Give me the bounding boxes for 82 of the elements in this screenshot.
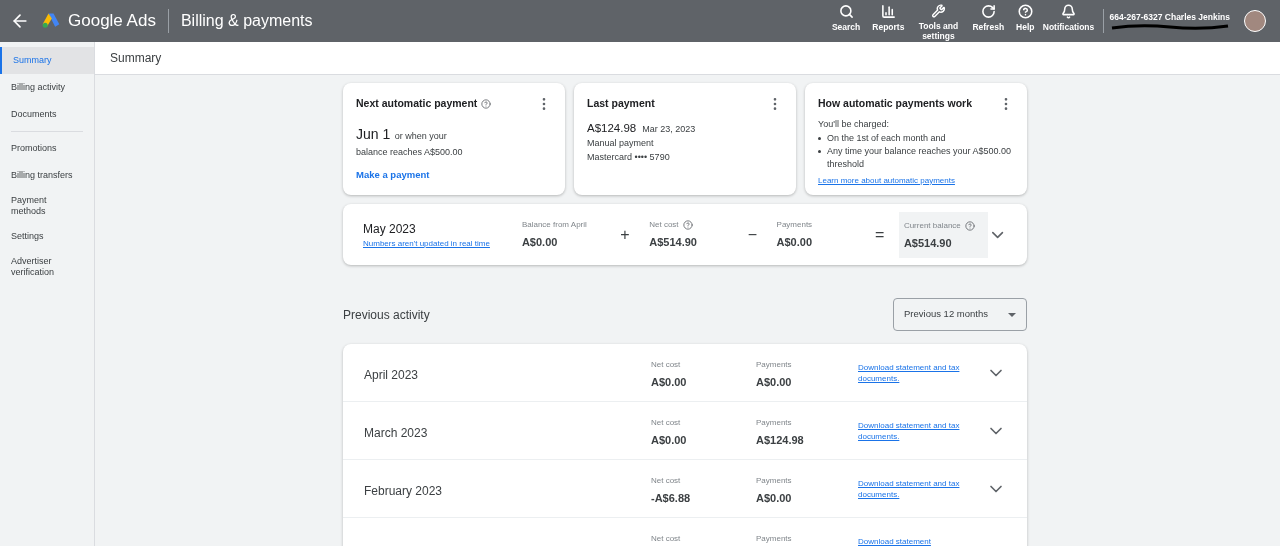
operator-sign: + bbox=[619, 224, 631, 245]
sidebar-item[interactable]: Payment methods bbox=[0, 189, 94, 223]
help-icon[interactable] bbox=[481, 98, 492, 109]
row-month: April 2023 bbox=[364, 367, 420, 384]
net-cost-value: -A$6.88 bbox=[651, 491, 692, 506]
payments-value: A$0.00 bbox=[756, 491, 793, 506]
payment-condition: balance reaches A$500.00 bbox=[356, 146, 464, 159]
sidebar-item[interactable]: Summary bbox=[0, 47, 94, 74]
net-cost-value: A$0.00 bbox=[651, 433, 688, 448]
term-value: A$0.00 bbox=[776, 234, 814, 250]
page-heading: Summary bbox=[110, 50, 162, 67]
net-cost-label: Net cost bbox=[651, 475, 682, 487]
next-payment-date: Jun 1 bbox=[356, 126, 391, 142]
term-label: Payments bbox=[776, 218, 813, 231]
term-value: A$514.90 bbox=[649, 234, 698, 250]
wrench-icon bbox=[930, 4, 946, 18]
card-title: How automatic payments work bbox=[818, 96, 973, 111]
payment-method: Mastercard •••• 5790 bbox=[587, 150, 671, 164]
help-icon bbox=[1017, 4, 1033, 19]
bullet-icon bbox=[818, 149, 821, 153]
search-icon bbox=[838, 4, 854, 19]
payment-type: Manual payment bbox=[587, 137, 655, 151]
operator-sign: = bbox=[873, 224, 886, 245]
sidebar-item[interactable]: Advertiser verification bbox=[0, 250, 94, 284]
dropdown-caret-icon bbox=[1008, 312, 1016, 317]
bullet-icon bbox=[818, 136, 821, 140]
toolbar-button[interactable]: Reports bbox=[866, 1, 911, 41]
last-payment-date: Mar 23, 2023 bbox=[642, 123, 696, 136]
download-statement-link[interactable]: Download statement and tax documents. bbox=[858, 478, 968, 500]
toolbar-button[interactable]: Help bbox=[1010, 1, 1041, 41]
term-value: A$0.00 bbox=[521, 234, 559, 250]
card-title: Last payment bbox=[587, 96, 655, 111]
download-statement-link[interactable]: Download statement and tax documents. bbox=[858, 362, 968, 384]
last-payment-amount: A$124.98 bbox=[587, 121, 637, 136]
toolbar-button[interactable]: Tools and settings bbox=[910, 1, 967, 41]
section-title: Previous activity bbox=[343, 306, 430, 324]
payments-label: Payments bbox=[756, 359, 793, 371]
row-month: March 2023 bbox=[364, 425, 429, 442]
toolbar-button[interactable]: Notifications bbox=[1040, 1, 1097, 41]
card-title: Next automatic payment bbox=[356, 96, 478, 111]
range-dropdown[interactable]: Previous 12 months bbox=[893, 298, 1027, 331]
sidebar-item[interactable]: Promotions bbox=[0, 135, 94, 162]
sidebar-item[interactable]: Documents bbox=[0, 101, 94, 128]
net-cost-label: Net cost bbox=[651, 359, 682, 371]
charge-rule: On the 1st of each month and bbox=[827, 131, 946, 145]
operator-sign: − bbox=[746, 224, 758, 245]
payments-label: Payments bbox=[756, 417, 793, 429]
page-title: Billing & payments bbox=[180, 11, 313, 31]
product-name: Google Ads bbox=[68, 10, 156, 33]
logo-icon bbox=[40, 11, 62, 31]
help-icon[interactable] bbox=[682, 219, 693, 230]
net-cost-value: A$0.00 bbox=[651, 375, 688, 390]
sidebar-item[interactable]: Billing activity bbox=[0, 74, 94, 101]
bar-chart-icon bbox=[880, 4, 896, 19]
make-payment-link[interactable]: Make a payment bbox=[356, 167, 552, 182]
account-name: 664-267-6327 Charles Jenkins bbox=[1109, 10, 1230, 24]
term-label: Balance from April bbox=[521, 218, 587, 231]
row-month: February 2023 bbox=[364, 483, 444, 500]
charge-rule: Any time your balance reaches your A$500.00 threshold bbox=[827, 144, 1013, 171]
toolbar-button[interactable]: Refresh bbox=[966, 1, 1011, 41]
net-cost-label: Net cost bbox=[651, 533, 682, 545]
charge-intro: You'll be charged: bbox=[818, 118, 890, 131]
payments-label: Payments bbox=[756, 475, 793, 487]
payments-label: Payments bbox=[756, 533, 793, 545]
term-label: Current balance bbox=[903, 219, 961, 232]
avatar[interactable] bbox=[1244, 10, 1266, 32]
toolbar-button[interactable]: Search bbox=[825, 1, 867, 41]
month-title: May 2023 bbox=[363, 220, 417, 238]
bell-icon bbox=[1061, 4, 1076, 19]
date-note: or when your bbox=[394, 131, 447, 141]
payments-value: A$124.98 bbox=[756, 433, 805, 448]
refresh-icon bbox=[980, 4, 996, 19]
term-label: Net cost bbox=[649, 218, 679, 231]
net-cost-label: Net cost bbox=[651, 417, 682, 429]
download-statement-link[interactable]: Download statement bbox=[858, 536, 968, 546]
payments-value: A$0.00 bbox=[756, 375, 793, 390]
realtime-note-link[interactable]: Numbers aren't updated in real time bbox=[363, 237, 517, 250]
term-value: A$514.90 bbox=[903, 235, 953, 251]
download-statement-link[interactable]: Download statement and tax documents. bbox=[858, 420, 968, 442]
sidebar-item[interactable]: Settings bbox=[0, 223, 94, 250]
sidebar-item[interactable]: Billing transfers bbox=[0, 162, 94, 189]
learn-more-link[interactable]: Learn more about automatic payments bbox=[818, 174, 1014, 187]
